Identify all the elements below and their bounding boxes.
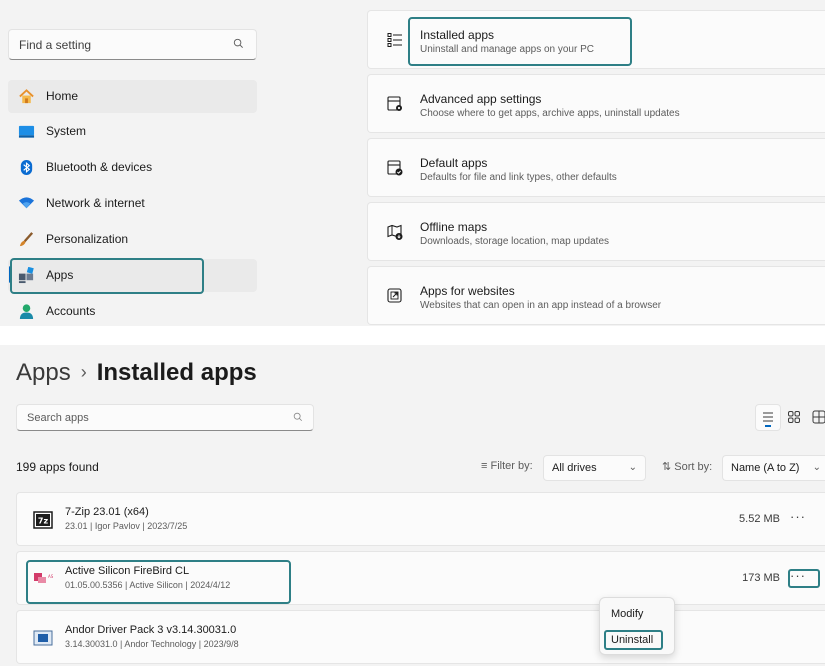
grid-view-icon[interactable] bbox=[787, 410, 801, 424]
sidebar-item-network[interactable]: Network & internet bbox=[8, 187, 257, 220]
sidebar-item-label: Bluetooth & devices bbox=[46, 160, 153, 174]
card-description: Websites that can open in an app instead… bbox=[420, 300, 662, 311]
bluetooth-icon bbox=[20, 159, 33, 176]
installed-apps-highlight-box bbox=[408, 17, 632, 66]
app-gear-icon bbox=[387, 96, 402, 111]
app-name: 7-Zip 23.01 (x64) bbox=[65, 506, 149, 518]
card-title: Default apps bbox=[420, 156, 488, 170]
svg-text:7z: 7z bbox=[38, 517, 49, 526]
page-title: Installed apps bbox=[96, 359, 257, 386]
card-description: Choose where to get apps, archive apps, … bbox=[420, 108, 680, 119]
card-title: Offline maps bbox=[420, 220, 488, 234]
wifi-icon bbox=[18, 197, 35, 209]
list-view-icon bbox=[763, 412, 773, 427]
app-size: 5.52 MB bbox=[739, 513, 780, 525]
filter-dropdown[interactable]: All drives ⌄ bbox=[543, 455, 646, 481]
sort-label: ⇅ Sort by: bbox=[662, 460, 712, 473]
search-apps-placeholder: Search apps bbox=[27, 412, 89, 424]
open-link-icon bbox=[387, 288, 402, 303]
account-icon bbox=[19, 304, 34, 320]
card-title: Advanced app settings bbox=[420, 92, 542, 106]
sidebar-item-label: Network & internet bbox=[46, 196, 145, 210]
sidebar-item-personalization[interactable]: Personalization bbox=[8, 223, 257, 256]
breadcrumb: Apps › Installed apps bbox=[16, 359, 257, 391]
card-description: Defaults for file and link types, other … bbox=[420, 172, 617, 183]
sidebar-item-bluetooth[interactable]: Bluetooth & devices bbox=[8, 151, 257, 184]
uninstall-highlight-box bbox=[604, 630, 663, 650]
sort-value: Name (A to Z) bbox=[731, 462, 800, 474]
app-name: Andor Driver Pack 3 v3.14.30031.0 bbox=[65, 624, 237, 636]
card-description: Downloads, storage location, map updates bbox=[420, 236, 610, 247]
apps-highlight-box bbox=[10, 258, 204, 294]
filter-label: ≡ Filter by: bbox=[481, 460, 533, 472]
default-apps-icon bbox=[387, 160, 403, 176]
sidebar-item-system[interactable]: System bbox=[8, 115, 257, 148]
list-view-button[interactable] bbox=[755, 404, 781, 431]
active-silicon-highlight-box bbox=[26, 560, 291, 604]
default-apps-card[interactable]: Default apps Defaults for file and link … bbox=[367, 138, 825, 197]
search-icon bbox=[293, 412, 303, 422]
app-meta: 23.01 | Igor Pavlov | 2023/7/25 bbox=[65, 521, 188, 531]
menu-item-modify[interactable]: Modify bbox=[611, 608, 643, 620]
settings-apps-panel: Find a setting Home System Bluetooth & d… bbox=[0, 0, 825, 326]
app-meta: 3.14.30031.0 | Andor Technology | 2023/9… bbox=[65, 639, 239, 649]
sidebar-item-label: Home bbox=[46, 89, 79, 103]
sidebar-item-label: Personalization bbox=[46, 232, 129, 246]
advanced-app-settings-card[interactable]: Advanced app settings Choose where to ge… bbox=[367, 74, 825, 133]
sidebar-item-label: Accounts bbox=[46, 304, 96, 318]
7zip-icon: 7z bbox=[33, 511, 53, 529]
chevron-down-icon: ⌄ bbox=[628, 462, 637, 473]
more-options-highlight-box bbox=[788, 569, 820, 588]
chevron-right-icon: › bbox=[80, 362, 87, 382]
map-icon bbox=[387, 224, 403, 240]
chevron-down-icon: ⌄ bbox=[812, 462, 821, 473]
app-row-andor[interactable]: Andor Driver Pack 3 v3.14.30031.0 3.14.3… bbox=[16, 610, 825, 664]
filter-label-text: Filter by: bbox=[490, 460, 533, 472]
sort-label-text: Sort by: bbox=[674, 461, 713, 473]
card-title: Apps for websites bbox=[420, 284, 515, 298]
search-apps-input[interactable]: Search apps bbox=[16, 404, 314, 431]
find-setting-search-box[interactable]: Find a setting bbox=[8, 29, 257, 60]
tile-view-icon[interactable] bbox=[812, 410, 825, 424]
andor-icon bbox=[33, 630, 53, 646]
offline-maps-card[interactable]: Offline maps Downloads, storage location… bbox=[367, 202, 825, 261]
home-icon bbox=[19, 89, 34, 104]
system-icon bbox=[18, 125, 35, 138]
sidebar-item-home[interactable]: Home bbox=[8, 80, 257, 113]
app-size: 173 MB bbox=[742, 572, 780, 584]
sidebar-item-label: System bbox=[46, 124, 87, 138]
apps-count: 199 apps found bbox=[16, 460, 99, 474]
more-options-button[interactable]: ··· bbox=[785, 509, 811, 529]
apps-for-websites-card[interactable]: Apps for websites Websites that can open… bbox=[367, 266, 825, 325]
sort-icon: ⇅ bbox=[662, 461, 675, 473]
search-icon bbox=[233, 38, 243, 48]
find-setting-placeholder: Find a setting bbox=[19, 38, 92, 52]
list-icon bbox=[387, 33, 402, 47]
app-row-7zip[interactable]: 7z 7-Zip 23.01 (x64) 23.01 | Igor Pavlov… bbox=[16, 492, 825, 546]
breadcrumb-apps-link[interactable]: Apps bbox=[16, 359, 71, 386]
filter-value: All drives bbox=[552, 462, 597, 474]
brush-icon bbox=[19, 232, 34, 247]
sidebar-item-accounts[interactable]: Accounts bbox=[8, 295, 257, 328]
sort-dropdown[interactable]: Name (A to Z) ⌄ bbox=[722, 455, 825, 481]
